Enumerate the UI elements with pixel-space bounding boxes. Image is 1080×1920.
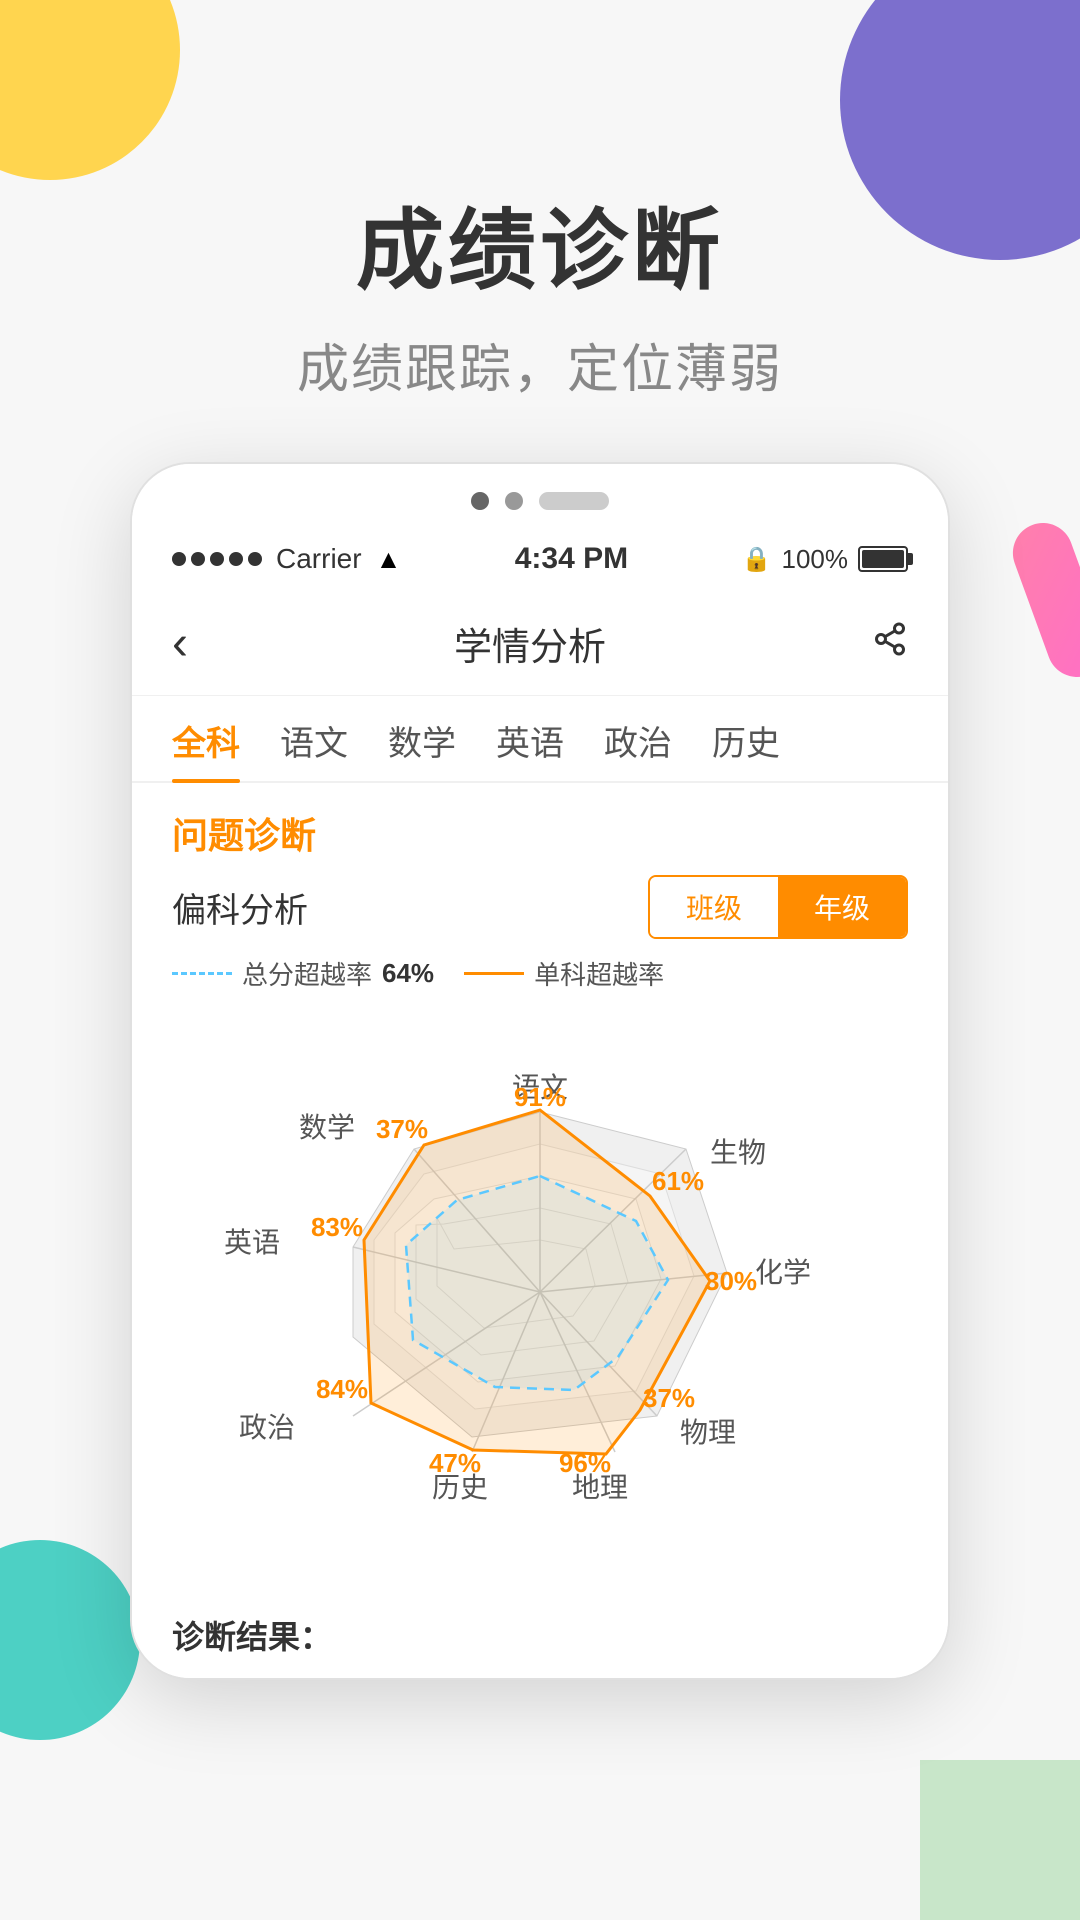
pct-dili: 96% bbox=[559, 1448, 611, 1478]
status-right: 🔒 100% bbox=[742, 544, 908, 575]
battery-tip bbox=[908, 553, 913, 565]
diagnosis-result: 诊断结果： bbox=[132, 1592, 948, 1678]
legend-dashed-item: 总分超越率 64% bbox=[172, 955, 434, 992]
signal-dots bbox=[172, 552, 262, 566]
analysis-label: 偏科分析 bbox=[172, 883, 308, 932]
analysis-header: 偏科分析 班级 年级 bbox=[172, 875, 908, 939]
share-button[interactable] bbox=[872, 621, 908, 666]
legend-solid-item: 单科超越率 bbox=[464, 955, 664, 992]
legend-solid-line bbox=[464, 972, 524, 975]
sub-title: 成绩跟踪，定位薄弱 bbox=[0, 327, 1080, 402]
pct-huaxue: 30% bbox=[705, 1266, 757, 1296]
label-wuli: 物理 bbox=[680, 1417, 736, 1448]
status-time: 4:34 PM bbox=[515, 542, 628, 576]
dot-long bbox=[539, 492, 609, 510]
legend-solid-label: 单科超越率 bbox=[534, 955, 664, 992]
toggle-group: 班级 年级 bbox=[648, 875, 908, 939]
pct-yingyu: 83% bbox=[311, 1212, 363, 1242]
legend-dashed-line bbox=[172, 972, 232, 975]
radar-chart-container: 语文 生物 化学 物理 地理 历史 政治 英语 数学 91% 61% 30% 3… bbox=[172, 1012, 908, 1572]
diagnosis-result-label: 诊断结果： bbox=[172, 1619, 332, 1655]
status-bar: Carrier ▲ 4:34 PM 🔒 100% bbox=[132, 526, 948, 592]
lock-icon: 🔒 bbox=[742, 545, 772, 574]
tab-math[interactable]: 数学 bbox=[388, 716, 456, 781]
label-shuxue: 数学 bbox=[299, 1112, 355, 1143]
toggle-class[interactable]: 班级 bbox=[650, 877, 778, 937]
toggle-grade[interactable]: 年级 bbox=[778, 877, 906, 937]
nav-bar: ‹ 学情分析 bbox=[132, 592, 948, 696]
label-zhengzhi: 政治 bbox=[239, 1412, 295, 1443]
signal-dot-5 bbox=[248, 552, 262, 566]
signal-dot-3 bbox=[210, 552, 224, 566]
back-button[interactable]: ‹ bbox=[172, 616, 188, 671]
wifi-icon: ▲ bbox=[376, 544, 402, 575]
battery-fill bbox=[862, 550, 904, 568]
tab-chinese[interactable]: 语文 bbox=[280, 716, 348, 781]
carrier-label: Carrier bbox=[276, 543, 362, 575]
signal-dot-2 bbox=[191, 552, 205, 566]
tabs-bar: 全科 语文 数学 英语 政治 历史 bbox=[132, 696, 948, 783]
dot-1 bbox=[471, 492, 489, 510]
radar-chart-svg: 语文 生物 化学 物理 地理 历史 政治 英语 数学 91% 61% 30% 3… bbox=[200, 1022, 880, 1562]
phone-mockup: Carrier ▲ 4:34 PM 🔒 100% ‹ 学情分析 全科 语文 数学… bbox=[130, 462, 950, 1680]
status-left: Carrier ▲ bbox=[172, 543, 401, 575]
main-title: 成绩诊断 bbox=[0, 180, 1080, 307]
signal-dot-4 bbox=[229, 552, 243, 566]
header-section: 成绩诊断 成绩跟踪，定位薄弱 bbox=[0, 0, 1080, 462]
tab-all[interactable]: 全科 bbox=[172, 716, 240, 781]
legend-row: 总分超越率 64% 单科超越率 bbox=[172, 955, 908, 992]
pct-shengwu: 61% bbox=[652, 1166, 704, 1196]
label-shengwu: 生物 bbox=[710, 1137, 766, 1168]
legend-dashed-pct: 64% bbox=[382, 958, 434, 989]
battery-bar bbox=[858, 546, 908, 572]
pct-zhengzhi: 84% bbox=[316, 1374, 368, 1404]
green-deco-rect bbox=[920, 1760, 1080, 1920]
legend-dashed-label: 总分超越率 bbox=[242, 955, 372, 992]
nav-title: 学情分析 bbox=[454, 616, 606, 671]
label-yingyu: 英语 bbox=[224, 1227, 280, 1258]
pct-yuwen: 91% bbox=[514, 1082, 566, 1112]
label-huaxue: 化学 bbox=[755, 1257, 811, 1288]
pct-lishi: 47% bbox=[429, 1448, 481, 1478]
pink-deco-bar bbox=[1004, 515, 1080, 686]
page-indicators bbox=[132, 464, 948, 526]
teal-deco-circle bbox=[0, 1540, 140, 1740]
dot-2 bbox=[505, 492, 523, 510]
signal-dot-1 bbox=[172, 552, 186, 566]
section-title: 问题诊断 bbox=[132, 783, 948, 875]
tab-politics[interactable]: 政治 bbox=[604, 716, 672, 781]
pct-wuli: 37% bbox=[643, 1383, 695, 1413]
analysis-area: 偏科分析 班级 年级 总分超越率 64% 单科超越率 bbox=[132, 875, 948, 1592]
battery-percent: 100% bbox=[781, 544, 848, 575]
pct-shuxue: 37% bbox=[376, 1114, 428, 1144]
tab-history[interactable]: 历史 bbox=[712, 716, 780, 781]
tab-english[interactable]: 英语 bbox=[496, 716, 564, 781]
